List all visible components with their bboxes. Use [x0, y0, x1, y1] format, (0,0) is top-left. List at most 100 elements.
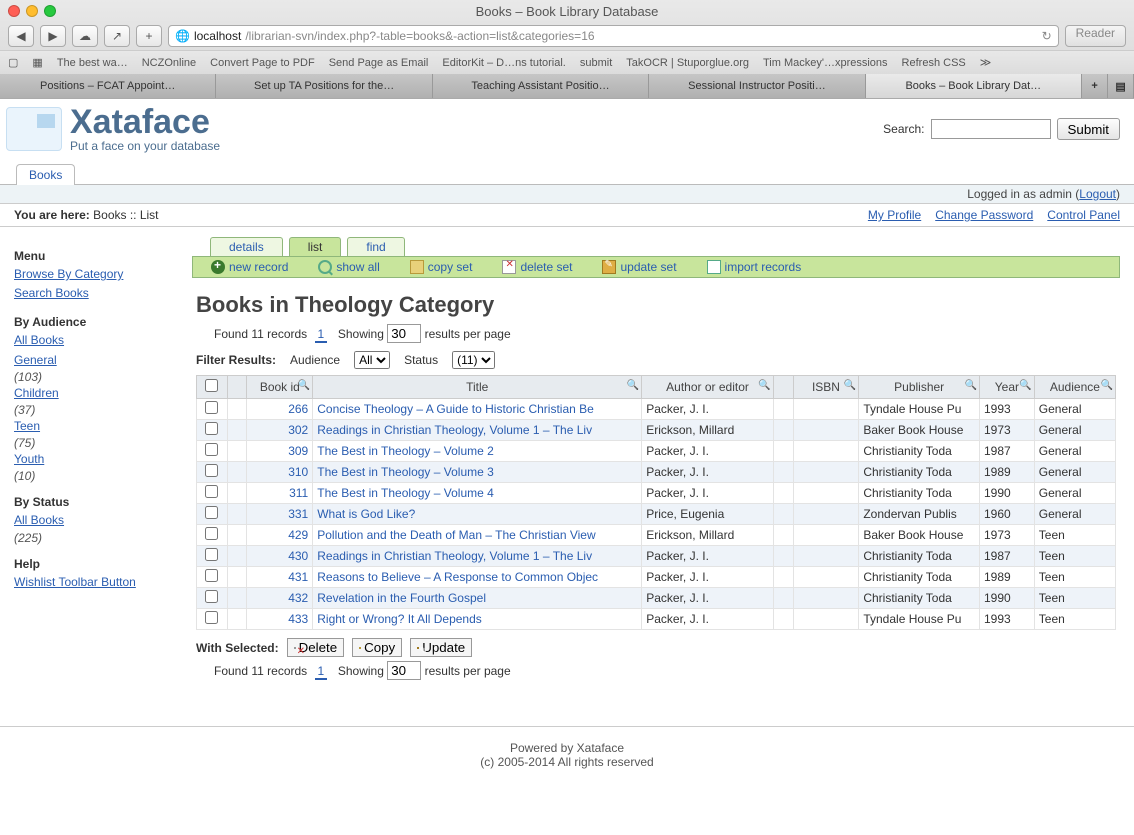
- cell-id[interactable]: 429: [247, 525, 313, 546]
- cell-title[interactable]: Reasons to Believe – A Response to Commo…: [313, 567, 642, 588]
- row-checkbox[interactable]: [205, 506, 218, 519]
- delete-selected-button[interactable]: Delete: [287, 638, 345, 657]
- cell-id[interactable]: 309: [247, 441, 313, 462]
- row-checkbox[interactable]: [205, 422, 218, 435]
- browser-tab[interactable]: Set up TA Positions for the…: [216, 74, 432, 98]
- bookmark-item[interactable]: Convert Page to PDF: [210, 57, 315, 69]
- cell-id[interactable]: 433: [247, 609, 313, 630]
- logout-link[interactable]: Logout: [1079, 187, 1116, 201]
- new-tab-button[interactable]: +: [1082, 74, 1108, 98]
- browser-tab[interactable]: Sessional Instructor Positi…: [649, 74, 865, 98]
- column-header[interactable]: [227, 376, 247, 399]
- row-checkbox[interactable]: [205, 485, 218, 498]
- action-import-records[interactable]: import records: [697, 260, 812, 274]
- row-checkbox[interactable]: [205, 611, 218, 624]
- sidebar-status-link[interactable]: All Books: [14, 511, 174, 530]
- search-column-icon[interactable]: 🔍: [298, 380, 310, 391]
- forward-button[interactable]: ▶: [40, 25, 66, 47]
- bookmark-item[interactable]: EditorKit – D…ns tutorial.: [442, 57, 566, 69]
- search-column-icon[interactable]: 🔍: [965, 380, 977, 391]
- row-checkbox[interactable]: [205, 527, 218, 540]
- browser-tab[interactable]: Books – Book Library Dat…: [866, 74, 1082, 98]
- page-number[interactable]: 1: [315, 327, 328, 343]
- breadcrumb-link[interactable]: Control Panel: [1047, 208, 1120, 222]
- column-header[interactable]: ISBN🔍: [793, 376, 859, 399]
- update-selected-button[interactable]: Update: [410, 638, 472, 657]
- sidebar-menu-link[interactable]: Search Books: [14, 284, 174, 303]
- browser-tab[interactable]: Positions – FCAT Appoint…: [0, 74, 216, 98]
- column-header[interactable]: Book id🔍: [247, 376, 313, 399]
- action-delete-set[interactable]: delete set: [492, 260, 582, 274]
- search-column-icon[interactable]: 🔍: [1101, 380, 1113, 391]
- cell-id[interactable]: 266: [247, 399, 313, 420]
- row-checkbox[interactable]: [205, 464, 218, 477]
- search-input[interactable]: [931, 119, 1051, 139]
- action-show-all[interactable]: show all: [308, 260, 389, 274]
- sidebar-audience-link[interactable]: Youth: [14, 450, 174, 469]
- search-submit-button[interactable]: Submit: [1057, 118, 1120, 140]
- cell-title[interactable]: Revelation in the Fourth Gospel: [313, 588, 642, 609]
- bookmark-item[interactable]: Send Page as Email: [329, 57, 429, 69]
- row-checkbox[interactable]: [205, 443, 218, 456]
- row-checkbox[interactable]: [205, 401, 218, 414]
- cell-id[interactable]: 331: [247, 504, 313, 525]
- view-tab-list[interactable]: list: [289, 237, 342, 256]
- cell-id[interactable]: 431: [247, 567, 313, 588]
- cell-id[interactable]: 430: [247, 546, 313, 567]
- search-column-icon[interactable]: 🔍: [844, 380, 856, 391]
- per-page-input-bottom[interactable]: [387, 661, 421, 680]
- column-header[interactable]: Year🔍: [979, 376, 1034, 399]
- cell-id[interactable]: 311: [247, 483, 313, 504]
- column-header[interactable]: Publisher🔍: [859, 376, 980, 399]
- row-checkbox[interactable]: [205, 548, 218, 561]
- column-header[interactable]: Author or editor🔍: [642, 376, 774, 399]
- cell-title[interactable]: Right or Wrong? It All Depends: [313, 609, 642, 630]
- audience-filter[interactable]: All: [354, 351, 390, 369]
- cell-id[interactable]: 432: [247, 588, 313, 609]
- status-filter[interactable]: (11): [452, 351, 495, 369]
- copy-selected-button[interactable]: Copy: [352, 638, 402, 657]
- reader-button[interactable]: Reader: [1065, 25, 1126, 47]
- column-header[interactable]: [773, 376, 793, 399]
- page-number-bottom[interactable]: 1: [315, 664, 328, 680]
- action-update-set[interactable]: update set: [592, 260, 686, 274]
- sidebar-audience-link[interactable]: Children: [14, 384, 174, 403]
- bookmark-item[interactable]: The best wa…: [57, 57, 128, 69]
- add-bookmark-button[interactable]: +: [136, 25, 162, 47]
- view-tab-find[interactable]: find: [347, 237, 404, 256]
- bookmark-item[interactable]: TakOCR | Stuporglue.org: [626, 57, 749, 69]
- search-column-icon[interactable]: 🔍: [1019, 380, 1031, 391]
- browser-tab[interactable]: Teaching Assistant Positio…: [433, 74, 649, 98]
- action-copy-set[interactable]: copy set: [400, 260, 483, 274]
- per-page-input[interactable]: [387, 324, 421, 343]
- cell-title[interactable]: Pollution and the Death of Man – The Chr…: [313, 525, 642, 546]
- sidebar-help-link[interactable]: Wishlist Toolbar Button: [14, 573, 174, 592]
- cell-id[interactable]: 310: [247, 462, 313, 483]
- view-tab-details[interactable]: details: [210, 237, 283, 256]
- column-header[interactable]: [197, 376, 228, 399]
- cell-title[interactable]: The Best in Theology – Volume 4: [313, 483, 642, 504]
- search-column-icon[interactable]: 🔍: [758, 380, 770, 391]
- back-button[interactable]: ◀: [8, 25, 34, 47]
- column-header[interactable]: Title🔍: [313, 376, 642, 399]
- sidebar-menu-link[interactable]: Browse By Category: [14, 265, 174, 284]
- share-button[interactable]: ↗: [104, 25, 130, 47]
- bookmark-item[interactable]: ▢: [8, 56, 18, 69]
- sidebar-audience-link[interactable]: All Books: [14, 331, 174, 350]
- top-tab[interactable]: Books: [16, 164, 75, 185]
- reload-icon[interactable]: ↻: [1042, 29, 1052, 43]
- bookmark-item[interactable]: ≫: [980, 56, 992, 69]
- breadcrumb-link[interactable]: My Profile: [868, 208, 921, 222]
- column-header[interactable]: Audience🔍: [1034, 376, 1115, 399]
- cell-title[interactable]: Concise Theology – A Guide to Historic C…: [313, 399, 642, 420]
- sidebar-audience-link[interactable]: General: [14, 351, 174, 370]
- bookmark-item[interactable]: NCZOnline: [142, 57, 196, 69]
- bookmark-item[interactable]: submit: [580, 57, 612, 69]
- cell-title[interactable]: Readings in Christian Theology, Volume 1…: [313, 546, 642, 567]
- row-checkbox[interactable]: [205, 590, 218, 603]
- tab-overview-button[interactable]: ▤: [1108, 74, 1134, 98]
- sidebar-audience-link[interactable]: Teen: [14, 417, 174, 436]
- bookmark-item[interactable]: Tim Mackey'…xpressions: [763, 57, 888, 69]
- cell-id[interactable]: 302: [247, 420, 313, 441]
- icloud-button[interactable]: ☁: [72, 25, 98, 47]
